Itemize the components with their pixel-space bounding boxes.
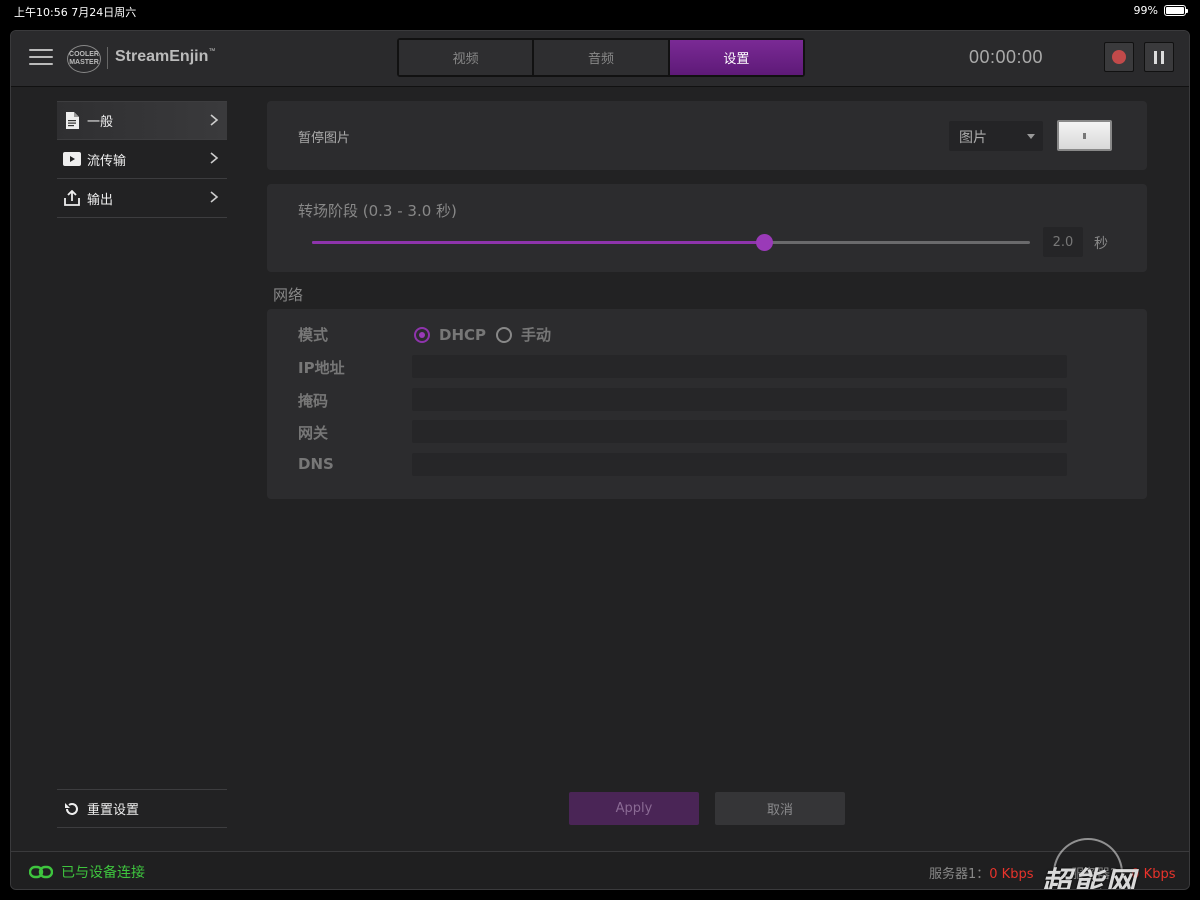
- gateway-label: 网关: [298, 424, 329, 442]
- watermark-logo: 超能网: [1041, 866, 1137, 890]
- status-time: 上午10:56 7月24日周六: [14, 6, 137, 19]
- mode-radio-group: DHCP 手动: [414, 324, 551, 345]
- connection-status: 已与设备连接: [29, 862, 145, 882]
- status-footer: 已与设备连接 服务器1：0 Kbps 服务器2：0 Kbps 超能网: [11, 838, 1189, 890]
- image-thumbnail-icon: [1083, 132, 1086, 139]
- app-header: COOLER MASTER StreamEnjin™ 视频 音频 设置 00:00…: [11, 31, 1189, 87]
- chevron-right-icon: [210, 152, 219, 164]
- slider-fill: [312, 241, 765, 244]
- pause-image-preview-button[interactable]: [1057, 120, 1112, 151]
- dhcp-label: DHCP: [439, 325, 487, 344]
- server1-bitrate: 服务器1：0 Kbps: [929, 867, 1034, 882]
- pause-image-select[interactable]: 图片: [949, 121, 1043, 151]
- dns-field[interactable]: [412, 453, 1067, 476]
- play-icon: [63, 150, 81, 168]
- tab-audio[interactable]: 音频: [534, 40, 668, 75]
- record-icon: [1112, 50, 1126, 64]
- transition-panel: 转场阶段 (0.3 - 3.0 秒) 2.0 秒: [267, 184, 1147, 272]
- chevron-right-icon: [210, 114, 219, 126]
- subnet-mask-field[interactable]: [412, 388, 1067, 411]
- sidebar-item-label: 输出: [87, 192, 114, 208]
- network-panel: 模式 DHCP 手动 IP地址 掩码 网关 DNS: [267, 309, 1147, 499]
- transition-unit: 秒: [1094, 236, 1108, 252]
- mask-label: 掩码: [298, 392, 329, 410]
- upload-icon: [63, 189, 81, 207]
- mode-label: 模式: [298, 326, 329, 344]
- slider-handle[interactable]: [756, 234, 774, 251]
- cancel-button[interactable]: 取消: [715, 792, 845, 825]
- reset-settings-button[interactable]: 重置设置: [57, 789, 227, 828]
- pause-image-label: 暂停图片: [298, 131, 351, 146]
- sidebar-item-streaming[interactable]: 流传输: [57, 140, 227, 179]
- cooler-master-logo: COOLER MASTER: [67, 45, 101, 73]
- document-icon: [63, 112, 81, 130]
- reset-icon: [63, 800, 81, 818]
- ip-address-field[interactable]: [412, 355, 1067, 378]
- brand-name: StreamEnjin™: [115, 48, 216, 65]
- apply-button[interactable]: Apply: [569, 792, 699, 825]
- sidebar-item-label: 一般: [87, 115, 114, 130]
- sidebar-item-general[interactable]: 一般: [57, 101, 227, 140]
- battery-icon: [1164, 5, 1188, 16]
- reset-settings-label: 重置设置: [87, 803, 140, 818]
- ios-status-bar: 上午10:56 7月24日周六 99%: [0, 0, 1200, 22]
- settings-sidebar: 一般 流传输 输出: [57, 101, 227, 218]
- ip-label: IP地址: [298, 359, 345, 377]
- battery-indicator: 99%: [1133, 4, 1188, 17]
- transition-label: 转场阶段 (0.3 - 3.0 秒): [298, 202, 457, 220]
- dns-label: DNS: [298, 455, 334, 473]
- main-tabs: 视频 音频 设置: [397, 38, 805, 77]
- manual-label: 手动: [521, 326, 552, 344]
- logo-divider: [107, 47, 108, 69]
- link-icon: [29, 865, 53, 879]
- network-heading: 网络: [273, 286, 304, 304]
- tab-settings[interactable]: 设置: [669, 40, 803, 75]
- caret-down-icon: [1027, 134, 1035, 139]
- tab-video[interactable]: 视频: [399, 40, 533, 75]
- app-window: COOLER MASTER StreamEnjin™ 视频 音频 设置 00:00…: [10, 30, 1190, 890]
- chevron-right-icon: [210, 191, 219, 203]
- sidebar-item-output[interactable]: 输出: [57, 179, 227, 218]
- stream-timer: 00:00:00: [969, 47, 1044, 67]
- connection-text: 已与设备连接: [61, 865, 145, 881]
- gateway-field[interactable]: [412, 420, 1067, 443]
- transition-value-field[interactable]: 2.0: [1043, 227, 1083, 257]
- pause-icon: [1154, 50, 1164, 64]
- record-button[interactable]: [1104, 42, 1134, 72]
- manual-radio[interactable]: [496, 326, 513, 343]
- pause-image-panel: 暂停图片 图片: [267, 101, 1147, 170]
- pause-button[interactable]: [1144, 42, 1174, 72]
- battery-percent: 99%: [1133, 4, 1158, 17]
- sidebar-item-label: 流传输: [87, 153, 127, 169]
- transition-slider[interactable]: [312, 234, 1030, 251]
- dhcp-radio[interactable]: [414, 326, 430, 343]
- hamburger-menu-icon[interactable]: [29, 49, 53, 67]
